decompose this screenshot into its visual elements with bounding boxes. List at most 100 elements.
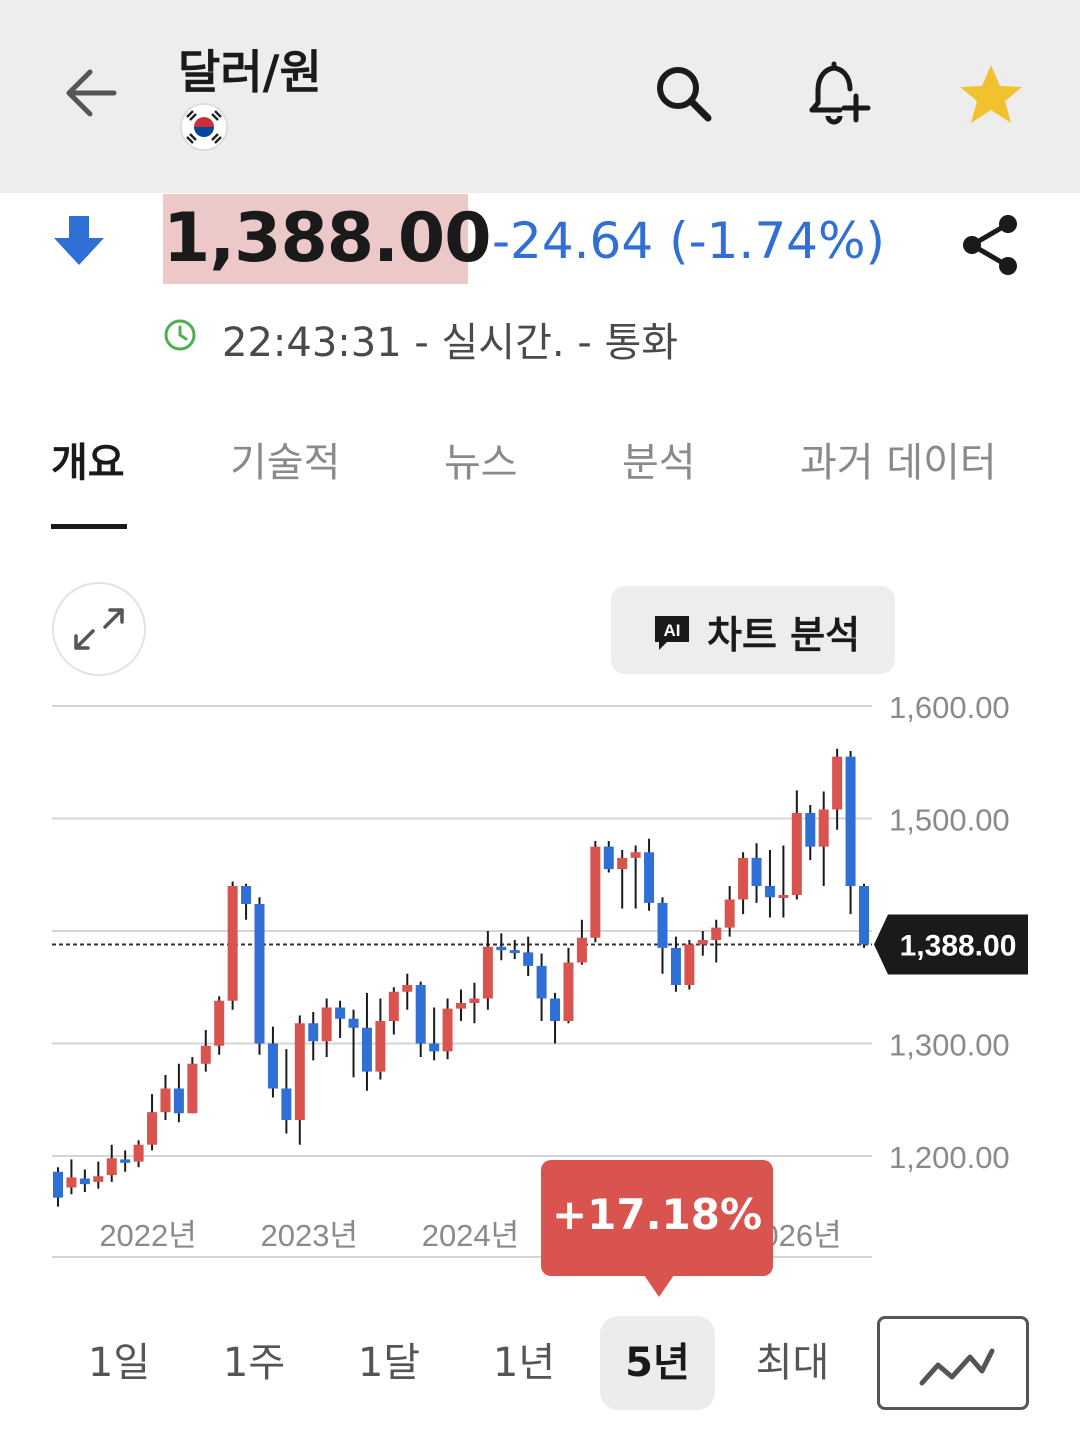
candle-body	[617, 857, 628, 870]
candle-body	[550, 998, 561, 1021]
candle-body	[751, 857, 762, 886]
star-icon	[960, 65, 1022, 123]
korea-flag-icon	[180, 103, 228, 151]
candle-body	[590, 846, 601, 938]
candle-body	[227, 886, 238, 1001]
candle-body	[469, 998, 480, 1003]
candle-body	[160, 1088, 171, 1113]
active-tab-indicator	[51, 524, 127, 529]
candle-body	[711, 927, 722, 940]
candle-body	[684, 944, 695, 985]
candle-body	[254, 904, 265, 1044]
candle-body	[147, 1112, 158, 1145]
share-button[interactable]	[958, 212, 1024, 278]
candle-body	[738, 857, 749, 900]
period-1-week[interactable]: 1주	[210, 1316, 298, 1410]
tab-analysis[interactable]: 분석	[622, 430, 696, 488]
candle-body	[832, 756, 843, 810]
candle-body	[348, 1018, 359, 1028]
candle-body	[375, 1021, 386, 1072]
candle-body	[442, 1008, 453, 1052]
y-tick-label: 1,200.00	[889, 1140, 1010, 1175]
period-1-day[interactable]: 1일	[75, 1316, 163, 1410]
candle-body	[456, 1003, 466, 1009]
ai-chart-analysis-button[interactable]: AI 차트 분석	[611, 586, 895, 674]
candle-body	[106, 1158, 117, 1176]
candle-body	[79, 1178, 90, 1185]
candle-body	[630, 852, 641, 858]
tab-technical[interactable]: 기술적	[230, 430, 340, 488]
x-tick-label: 2024년	[422, 1218, 519, 1253]
candle-body	[267, 1043, 278, 1089]
candle-body	[335, 1007, 346, 1019]
x-tick-label: 2022년	[99, 1218, 196, 1253]
candle-body	[563, 962, 574, 1021]
price-change: -24.64 (-1.74%)	[492, 212, 885, 270]
candle-body	[818, 809, 829, 847]
down-arrow-icon	[50, 212, 108, 270]
period-change-value: +17.18%	[551, 1190, 763, 1239]
candle-body	[429, 1043, 440, 1052]
candle-body	[241, 886, 252, 904]
candle-body	[509, 950, 520, 954]
candle-body	[791, 812, 802, 895]
candle-body	[93, 1176, 104, 1182]
ai-badge-icon: AI	[655, 616, 689, 650]
tab-overview[interactable]: 개요	[51, 430, 125, 488]
period-change-tooltip: +17.18%	[541, 1160, 773, 1276]
expand-chart-button[interactable]	[52, 582, 146, 676]
candle-body	[187, 1063, 198, 1114]
candle-body	[644, 852, 655, 903]
y-tick-label: 1,600.00	[889, 690, 1010, 725]
tab-historical-data[interactable]: 과거 데이터	[800, 430, 997, 488]
period-5-year[interactable]: 5년	[600, 1316, 715, 1410]
candle-body	[536, 965, 547, 999]
candle-body	[214, 1000, 225, 1046]
candle-body	[523, 952, 534, 966]
candle-body	[415, 985, 426, 1044]
candle-body	[496, 946, 507, 951]
candle-body	[308, 1023, 319, 1042]
x-tick-label: 2023년	[261, 1218, 358, 1253]
ai-badge-text: AI	[664, 621, 681, 640]
candle-body	[321, 1007, 332, 1042]
search-icon	[657, 67, 712, 122]
tooltip-pointer	[644, 1275, 674, 1297]
line-chart-icon	[919, 1348, 995, 1386]
page-title: 달러/원	[178, 45, 322, 99]
candle-body	[764, 886, 775, 898]
chart-type-button[interactable]	[877, 1316, 1029, 1410]
candle-body	[657, 902, 668, 948]
candle-body	[294, 1023, 305, 1120]
candle-body	[805, 812, 816, 847]
candle-body	[845, 756, 856, 886]
candle-body	[724, 899, 735, 928]
add-alert-button[interactable]	[800, 56, 876, 132]
back-arrow-icon	[66, 69, 117, 117]
period-1-year[interactable]: 1년	[480, 1316, 568, 1410]
ai-button-label: 차트 분석	[707, 613, 861, 657]
favorite-button[interactable]	[956, 60, 1026, 130]
candle-body	[173, 1088, 184, 1114]
search-button[interactable]	[648, 58, 720, 130]
quote-timestamp: 22:43:31 - 실시간. - 통화	[222, 320, 679, 366]
candle-body	[859, 886, 869, 945]
tab-news[interactable]: 뉴스	[444, 430, 518, 488]
share-icon	[963, 215, 1017, 275]
period-max[interactable]: 최대	[745, 1316, 840, 1410]
candle-body	[66, 1177, 77, 1188]
clock-icon	[163, 318, 197, 352]
price-chart[interactable]: 1,600.001,500.001,400.001,300.001,200.00…	[0, 680, 1080, 1280]
candle-body	[361, 1027, 372, 1072]
top-app-bar: 달러/원	[0, 0, 1080, 193]
y-tick-label: 1,300.00	[889, 1028, 1010, 1063]
candle-body	[388, 991, 399, 1021]
candle-body	[697, 940, 708, 945]
back-button[interactable]	[56, 58, 126, 128]
candle-body	[778, 895, 789, 898]
candle-body	[281, 1088, 292, 1120]
candle-body	[670, 947, 681, 985]
candle-body	[482, 946, 493, 999]
period-1-month[interactable]: 1달	[345, 1316, 433, 1410]
candle-body	[120, 1159, 131, 1163]
